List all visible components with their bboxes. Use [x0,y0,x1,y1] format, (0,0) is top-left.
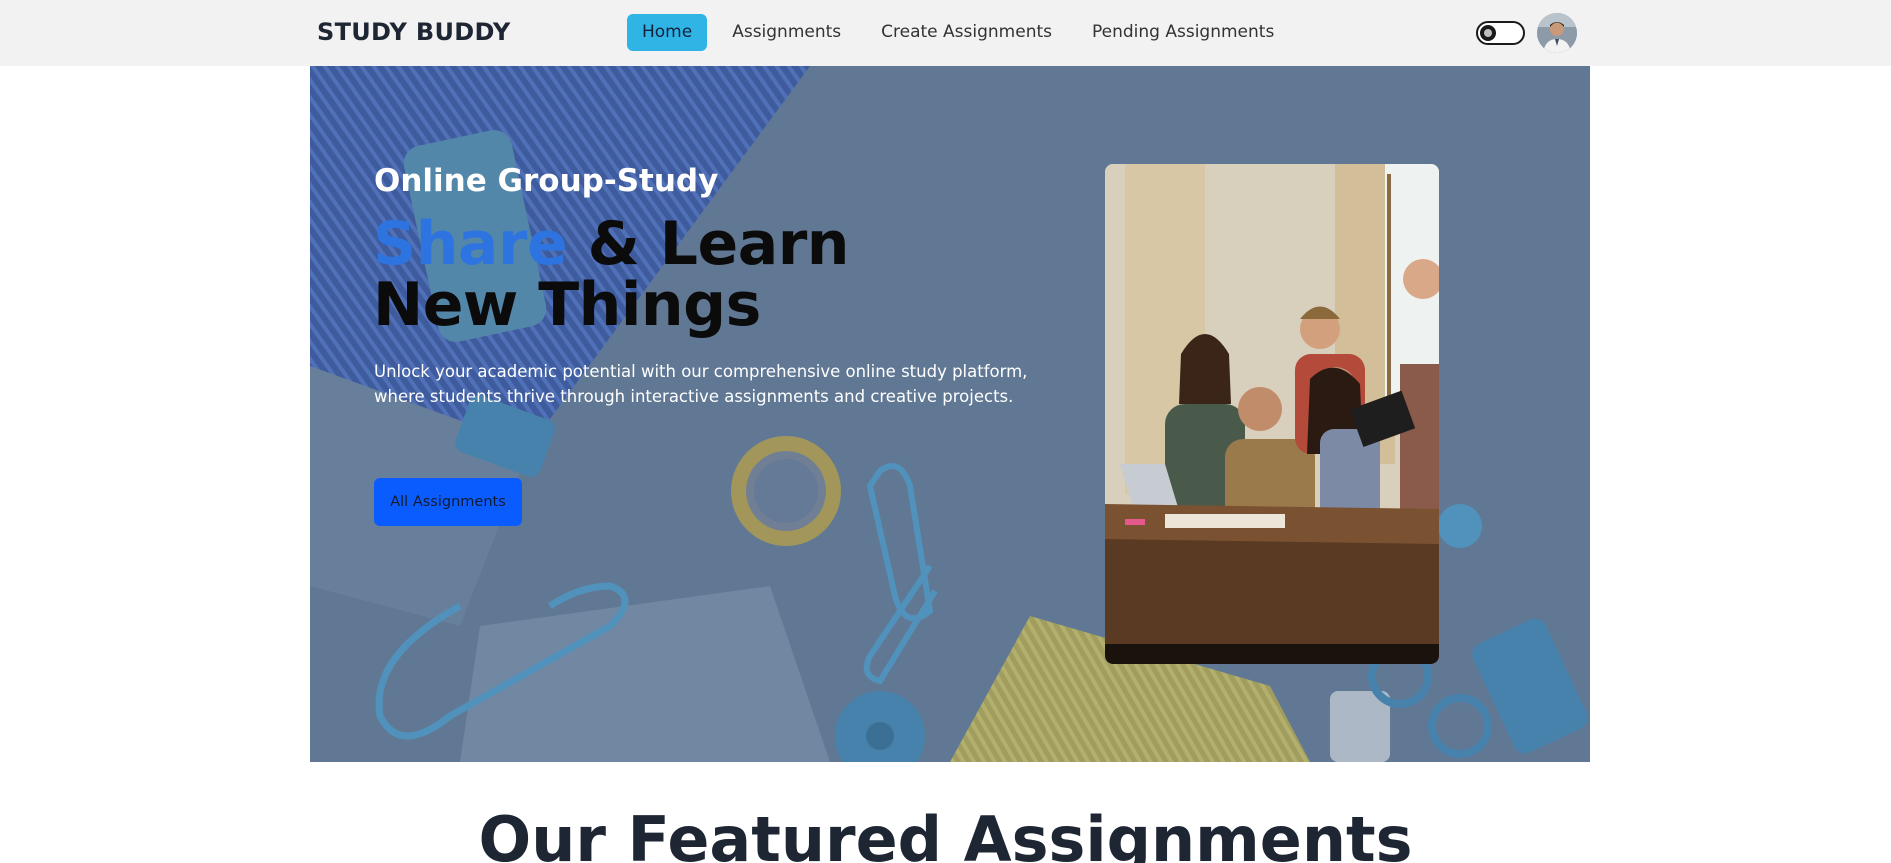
all-assignments-button[interactable]: All Assignments [374,478,522,526]
nav-link-assignments[interactable]: Assignments [717,14,856,51]
navbar: STUDY BUDDY Home Assignments Create Assi… [0,0,1891,66]
main-nav: Home Assignments Create Assignments Pend… [627,14,1299,51]
hero-headline: Share & Learn New Things [373,214,1013,336]
avatar-icon [1537,13,1577,53]
hero-banner: Online Group-Study Share & Learn New Thi… [310,66,1590,762]
hero-photo [1105,164,1439,664]
nav-link-create-assignments[interactable]: Create Assignments [866,14,1067,51]
group-study-photo [1105,164,1439,664]
hero-description: Unlock your academic potential with our … [374,362,1028,406]
toggle-icon [1480,25,1496,41]
user-avatar[interactable] [1537,13,1577,53]
hero-eyebrow: Online Group-Study [374,163,719,199]
nav-link-home[interactable]: Home [627,14,708,51]
headline-accent: Share [373,209,568,279]
featured-assignments-title: Our Featured Assignments [478,803,1413,863]
brand-logo[interactable]: STUDY BUDDY [317,18,511,46]
theme-toggle[interactable] [1476,21,1525,45]
nav-link-pending-assignments[interactable]: Pending Assignments [1077,14,1289,51]
